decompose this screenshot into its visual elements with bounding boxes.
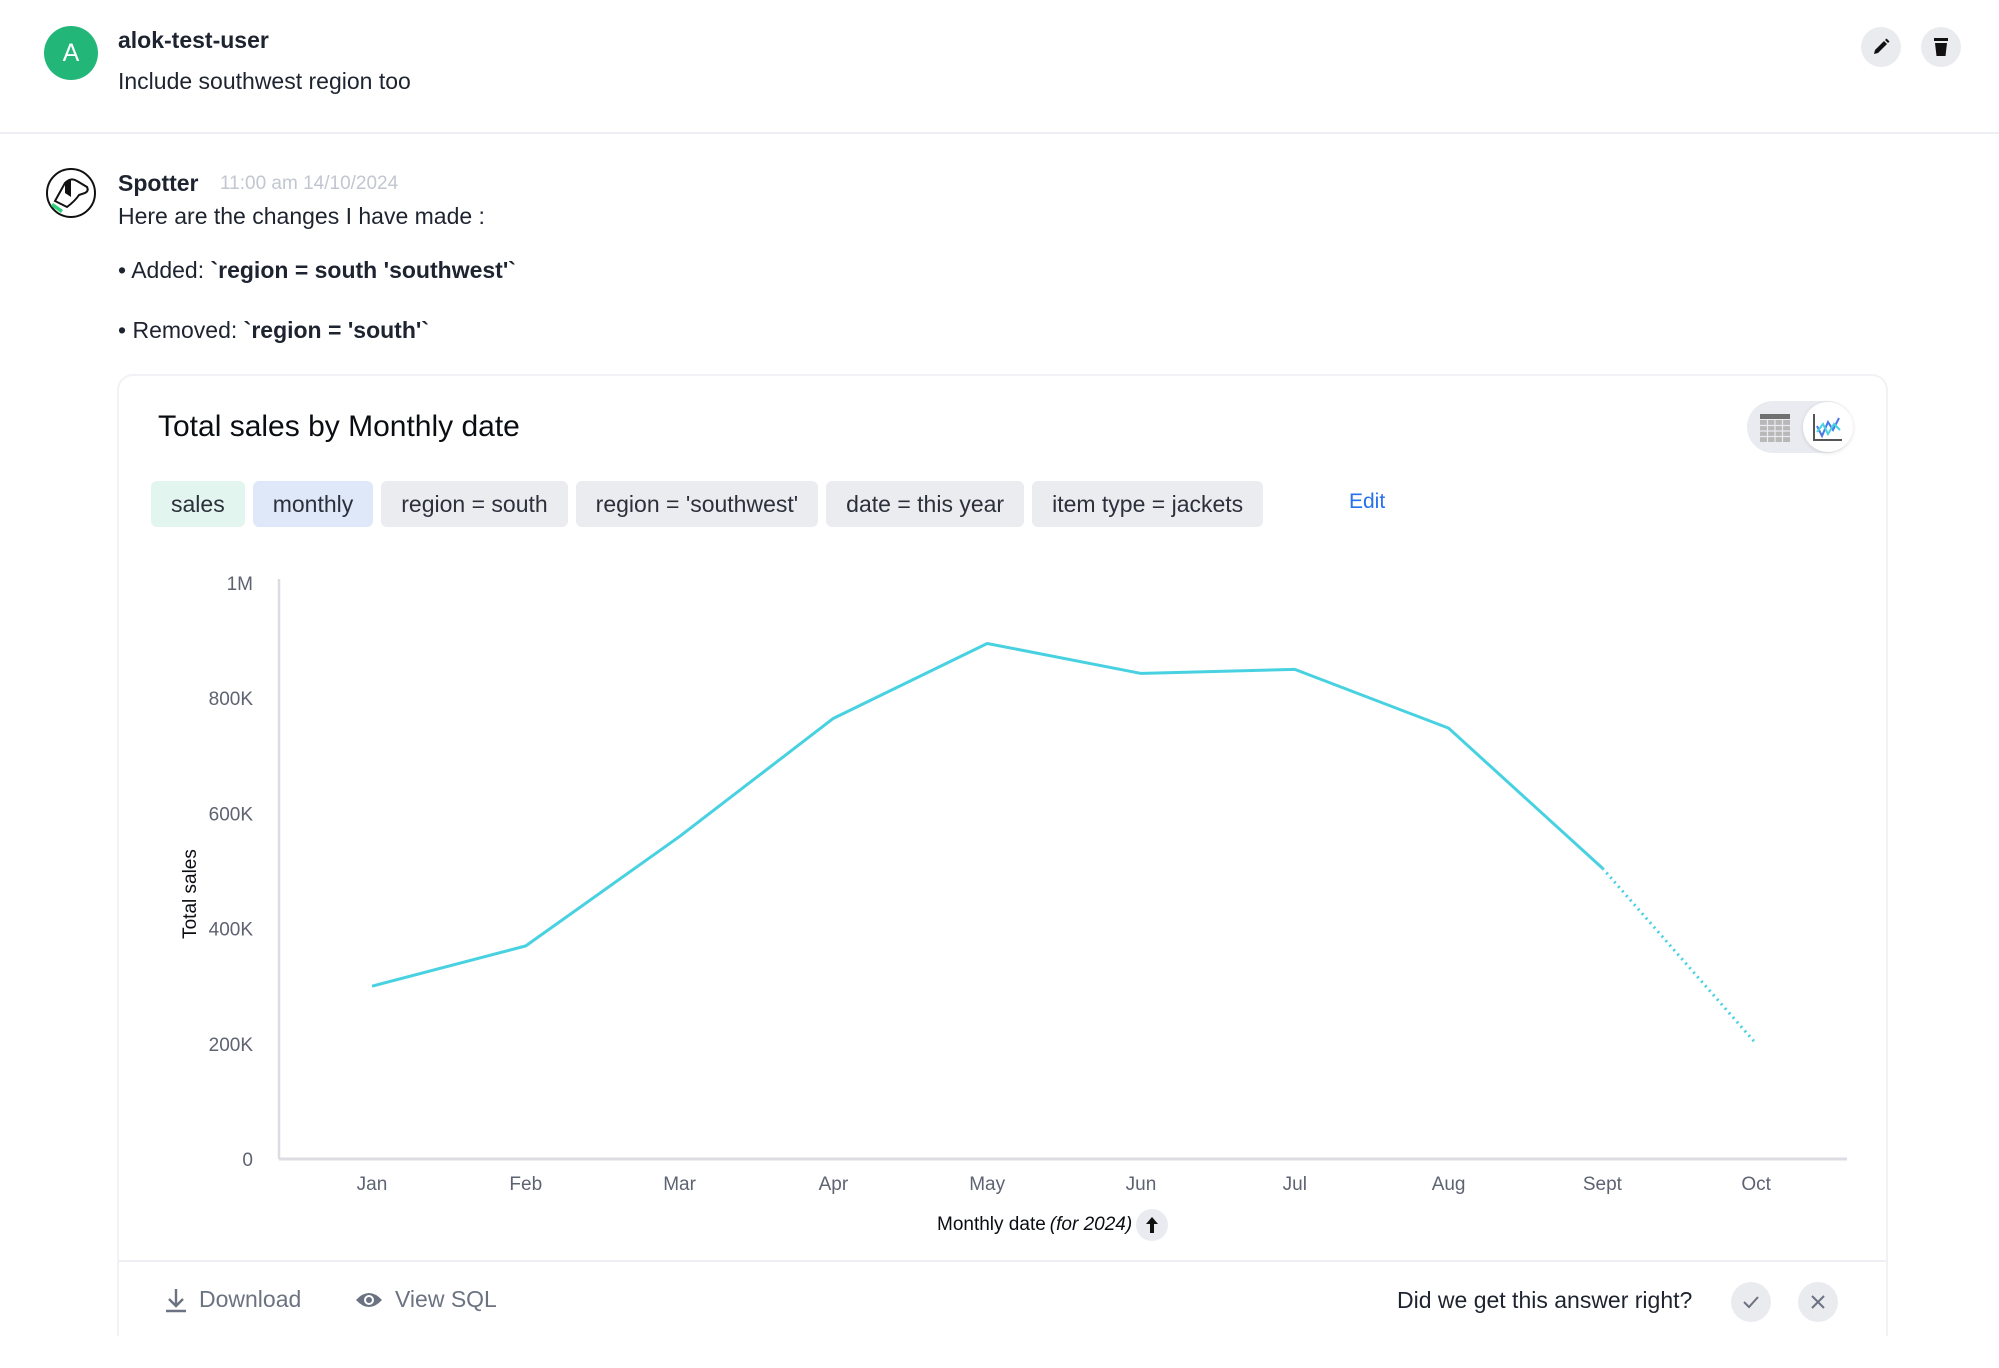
series-total-sales xyxy=(371,641,1758,1045)
x-tick-label: May xyxy=(969,1174,1005,1195)
x-tick-label: Sept xyxy=(1583,1174,1623,1195)
x-tick-label: Jun xyxy=(1126,1174,1157,1195)
table-view-button[interactable] xyxy=(1760,414,1790,442)
y-axis-title: Total sales xyxy=(180,849,201,939)
change-code: `region = 'south'` xyxy=(243,317,430,343)
message-divider xyxy=(0,132,1999,134)
trash-icon xyxy=(1934,38,1948,56)
view-sql-label: View SQL xyxy=(395,1286,497,1312)
user-message-text: Include southwest region too xyxy=(118,68,411,94)
assistant-name: Spotter xyxy=(118,170,199,196)
download-button[interactable]: Download xyxy=(165,1286,301,1313)
y-tick-label: 0 xyxy=(242,1150,253,1171)
assistant-intro-text: Here are the changes I have made : xyxy=(118,203,485,229)
chip-filter-item-type[interactable]: item type = jackets xyxy=(1032,481,1264,527)
edit-query-link[interactable]: Edit xyxy=(1349,490,1385,514)
spotter-dog-icon xyxy=(46,168,96,218)
change-item-added: • Added: `region = south 'southwest'` xyxy=(118,257,516,284)
line-chart: 0 200K 400K 600K 800K 1M Jan Feb Mar Apr May Jun Ju… xyxy=(180,574,1847,1195)
chip-sales[interactable]: sales xyxy=(151,481,245,527)
pencil-icon xyxy=(1874,38,1890,54)
chip-filter-region-south[interactable]: region = south xyxy=(381,481,568,527)
change-code: `region = south 'southwest'` xyxy=(210,257,516,283)
view-sql-button[interactable]: View SQL xyxy=(355,1286,497,1313)
delete-message-button[interactable] xyxy=(1921,27,1961,67)
feedback-question: Did we get this answer right? xyxy=(1397,1287,1693,1313)
x-tick-label: Feb xyxy=(509,1174,542,1195)
line-chart-icon xyxy=(1813,414,1842,441)
download-icon xyxy=(166,1288,186,1312)
x-tick-label: Apr xyxy=(819,1174,849,1195)
y-tick-label: 200K xyxy=(209,1035,254,1056)
user-name: alok-test-user xyxy=(118,27,269,53)
x-tick-label: Mar xyxy=(663,1174,696,1195)
bullet: • xyxy=(118,317,127,343)
x-axis: Jan Feb Mar Apr May Jun Jul Aug Sept Oct xyxy=(279,1157,1847,1195)
x-tick-label: Oct xyxy=(1741,1174,1771,1195)
y-tick-label: 400K xyxy=(209,920,254,941)
bullet: • xyxy=(118,257,127,283)
y-tick-label: 1M xyxy=(227,574,253,595)
query-chips: sales monthly region = south region = 's… xyxy=(151,481,1264,527)
x-axis-title-main: Monthly date xyxy=(937,1214,1046,1235)
edit-message-button[interactable] xyxy=(1861,27,1901,67)
y-axis: 0 200K 400K 600K 800K 1M xyxy=(209,574,281,1171)
spotter-avatar xyxy=(45,167,97,219)
sort-button[interactable] xyxy=(1136,1209,1169,1241)
change-label: Removed: xyxy=(132,317,244,343)
card-footer-divider xyxy=(119,1260,1886,1262)
eye-icon xyxy=(356,1292,382,1307)
x-tick-label: Jul xyxy=(1283,1174,1307,1195)
x-axis-title-qualifier: (for 2024) xyxy=(1049,1214,1133,1235)
series-line-solid xyxy=(371,641,1604,988)
arrow-up-icon xyxy=(1146,1217,1159,1233)
chart-view-button[interactable] xyxy=(1803,402,1853,452)
table-icon xyxy=(1760,414,1790,442)
user-avatar: A xyxy=(44,26,98,80)
series-line-incomplete xyxy=(1601,867,1758,1045)
feedback-yes-button[interactable] xyxy=(1731,1282,1771,1322)
y-tick-label: 800K xyxy=(209,689,254,710)
close-icon xyxy=(1811,1295,1825,1309)
chip-filter-region-southwest[interactable]: region = 'southwest' xyxy=(575,481,819,527)
x-axis-title: Monthly date (for 2024) xyxy=(937,1209,1169,1241)
check-icon xyxy=(1743,1296,1759,1309)
x-tick-label: Jan xyxy=(357,1174,388,1195)
change-item-removed: • Removed: `region = 'south'` xyxy=(118,317,429,344)
y-tick-label: 600K xyxy=(209,804,254,825)
chip-monthly[interactable]: monthly xyxy=(252,481,374,527)
x-tick-label: Aug xyxy=(1432,1174,1466,1195)
chip-filter-date[interactable]: date = this year xyxy=(826,481,1025,527)
download-label: Download xyxy=(199,1286,302,1312)
feedback-no-button[interactable] xyxy=(1798,1282,1838,1322)
change-label: Added: xyxy=(131,257,211,283)
chart-title: Total sales by Monthly date xyxy=(158,410,520,443)
message-timestamp: 11:00 am 14/10/2024 xyxy=(220,173,399,194)
